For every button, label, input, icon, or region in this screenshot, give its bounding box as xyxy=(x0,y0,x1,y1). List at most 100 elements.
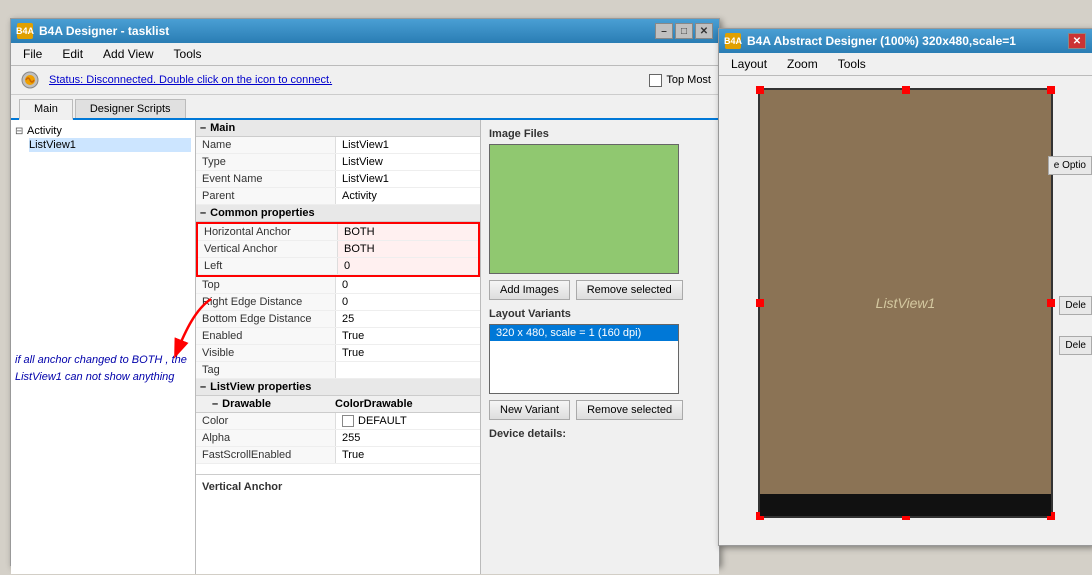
side-delete2-btn[interactable]: Dele xyxy=(1059,336,1092,355)
prop-type-label: Type xyxy=(196,154,336,170)
content-area: ⊟ Activity ListView1 if all anchor chang… xyxy=(11,120,719,574)
properties-panel: – Main Name ListView1 Type ListView Even… xyxy=(196,120,481,574)
prop-fastscroll-label: FastScrollEnabled xyxy=(196,447,336,463)
section-common-label: Common properties xyxy=(210,207,315,219)
add-images-button[interactable]: Add Images xyxy=(489,280,570,300)
side-options-btn[interactable]: e Optio xyxy=(1048,156,1092,175)
remove-images-button[interactable]: Remove selected xyxy=(576,280,683,300)
tree-toggle-activity: ⊟ xyxy=(15,126,25,137)
section-listview-label: ListView properties xyxy=(210,381,311,393)
variant-buttons: New Variant Remove selected xyxy=(489,400,711,420)
close-button[interactable]: ✕ xyxy=(695,23,713,39)
canvas-listview-label: ListView1 xyxy=(876,295,936,311)
layout-variants-label: Layout Variants xyxy=(489,308,711,320)
prop-visible: Visible True xyxy=(196,345,480,362)
prop-alpha-label: Alpha xyxy=(196,430,336,446)
prop-event-name-label: Event Name xyxy=(196,171,336,187)
image-buttons: Add Images Remove selected xyxy=(489,280,711,300)
prop-alpha: Alpha 255 xyxy=(196,430,480,447)
section-drawable: – Drawable ColorDrawable xyxy=(196,396,480,413)
device-details-label: Device details: xyxy=(489,428,711,440)
side-delete1-btn[interactable]: Dele xyxy=(1059,296,1092,315)
section-drawable-type: ColorDrawable xyxy=(335,398,413,410)
options-button[interactable]: e Optio xyxy=(1048,156,1092,175)
menu-tools[interactable]: Tools xyxy=(166,45,210,63)
abs-canvas-wrapper: ListView1 e Optio Dele Dele xyxy=(719,76,1092,524)
prop-type: Type ListView xyxy=(196,154,480,171)
tree-panel: ⊟ Activity ListView1 if all anchor chang… xyxy=(11,120,196,574)
tab-bar: Main Designer Scripts xyxy=(11,95,719,120)
section-drawable-toggle: – xyxy=(212,398,218,410)
prop-enabled-value: True xyxy=(336,328,480,344)
delete1-button[interactable]: Dele xyxy=(1059,296,1092,315)
variant-list: 320 x 480, scale = 1 (160 dpi) xyxy=(489,324,679,394)
status-text[interactable]: Status: Disconnected. Double click on th… xyxy=(49,74,332,86)
window-controls: – □ ✕ xyxy=(655,23,713,39)
top-most-label: Top Most xyxy=(666,74,711,86)
menu-file[interactable]: File xyxy=(15,45,50,63)
status-icon[interactable] xyxy=(19,69,41,91)
prop-parent: Parent Activity xyxy=(196,188,480,205)
prop-right-edge: Right Edge Distance 0 xyxy=(196,294,480,311)
prop-event-name: Event Name ListView1 xyxy=(196,171,480,188)
prop-horizontal-anchor-label: Horizontal Anchor xyxy=(198,224,338,240)
tree-item-activity[interactable]: ⊟ Activity xyxy=(15,124,191,138)
prop-top-value: 0 xyxy=(336,277,480,293)
abs-canvas[interactable]: ListView1 xyxy=(758,88,1053,518)
section-common-toggle: – xyxy=(200,207,206,219)
tab-main[interactable]: Main xyxy=(19,99,73,120)
abs-menu-tools[interactable]: Tools xyxy=(830,55,874,73)
prop-parent-value: Activity xyxy=(336,188,480,204)
minimize-button[interactable]: – xyxy=(655,23,673,39)
tree-label-activity: Activity xyxy=(27,125,62,137)
prop-bottom-edge-value: 25 xyxy=(336,311,480,327)
prop-color-label: Color xyxy=(196,413,336,429)
abs-menu-bar: Layout Zoom Tools xyxy=(719,53,1092,76)
abs-menu-layout[interactable]: Layout xyxy=(723,55,775,73)
abs-title-left: B4A B4A Abstract Designer (100%) 320x480… xyxy=(725,33,1016,49)
abs-menu-zoom[interactable]: Zoom xyxy=(779,55,826,73)
status-bar: Status: Disconnected. Double click on th… xyxy=(11,66,719,95)
menu-add-view[interactable]: Add View xyxy=(95,45,161,63)
handle-mr[interactable] xyxy=(1047,299,1055,307)
prop-fastscroll: FastScrollEnabled True xyxy=(196,447,480,464)
prop-horizontal-anchor: Horizontal Anchor BOTH xyxy=(198,224,478,241)
abs-title-bar: B4A B4A Abstract Designer (100%) 320x480… xyxy=(719,29,1092,53)
variant-item-0[interactable]: 320 x 480, scale = 1 (160 dpi) xyxy=(490,325,678,341)
handle-ml[interactable] xyxy=(756,299,764,307)
prop-horizontal-anchor-value: BOTH xyxy=(338,224,478,240)
top-most-checkbox[interactable] xyxy=(649,74,662,87)
canvas-bottom-bar xyxy=(760,494,1051,516)
right-panel: Image Files Add Images Remove selected L… xyxy=(481,120,719,574)
tree-children-activity: ListView1 xyxy=(15,138,191,152)
highlight-group: Horizontal Anchor BOTH Vertical Anchor B… xyxy=(196,222,480,277)
app-icon: B4A xyxy=(17,23,33,39)
section-drawable-label: Drawable xyxy=(222,398,271,410)
prop-alpha-value: 255 xyxy=(336,430,480,446)
delete2-button[interactable]: Dele xyxy=(1059,336,1092,355)
tab-designer-scripts[interactable]: Designer Scripts xyxy=(75,99,186,118)
annotation-text: if all anchor changed to BOTH , the List… xyxy=(15,352,191,385)
prop-tag-value xyxy=(336,362,480,378)
prop-name-label: Name xyxy=(196,137,336,153)
new-variant-button[interactable]: New Variant xyxy=(489,400,570,420)
prop-bottom-edge: Bottom Edge Distance 25 xyxy=(196,311,480,328)
top-most-area: Top Most xyxy=(649,74,711,87)
section-listview: – ListView properties xyxy=(196,379,480,396)
main-window-title: B4A Designer - tasklist xyxy=(39,24,169,38)
tree-item-listview1[interactable]: ListView1 xyxy=(29,138,191,152)
prop-left-value: 0 xyxy=(338,258,478,274)
abs-close-button[interactable]: ✕ xyxy=(1068,33,1086,49)
prop-tag-label: Tag xyxy=(196,362,336,378)
prop-vertical-anchor: Vertical Anchor BOTH xyxy=(198,241,478,258)
menu-edit[interactable]: Edit xyxy=(54,45,91,63)
handle-tm[interactable] xyxy=(902,86,910,94)
prop-left-label: Left xyxy=(198,258,338,274)
remove-variant-button[interactable]: Remove selected xyxy=(576,400,683,420)
prop-top-label: Top xyxy=(196,277,336,293)
section-main: – Main xyxy=(196,120,480,137)
maximize-button[interactable]: □ xyxy=(675,23,693,39)
handle-tl[interactable] xyxy=(756,86,764,94)
handle-tr[interactable] xyxy=(1047,86,1055,94)
image-preview xyxy=(489,144,679,274)
